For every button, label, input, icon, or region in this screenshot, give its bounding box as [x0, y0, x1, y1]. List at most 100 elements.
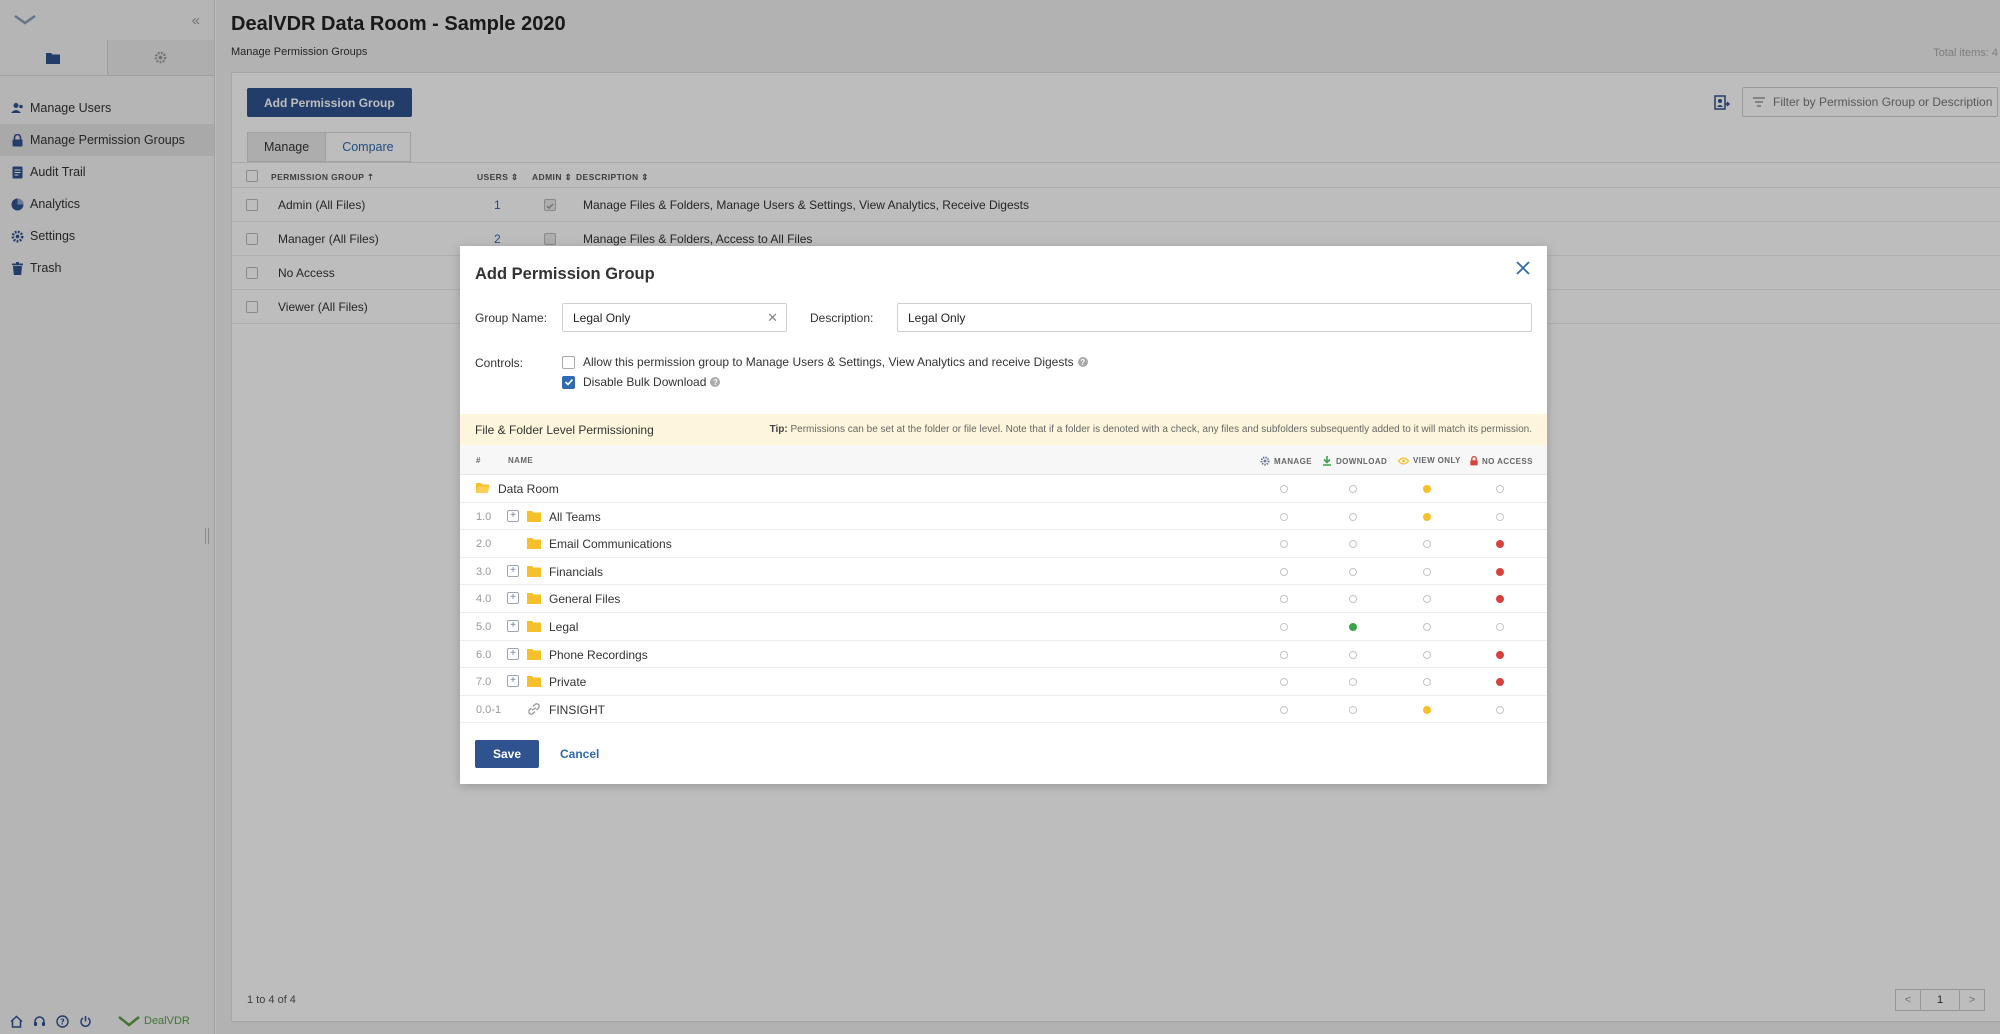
- download-radio[interactable]: [1349, 485, 1357, 493]
- manage-radio[interactable]: [1280, 623, 1288, 631]
- view-only-radio[interactable]: [1423, 623, 1431, 631]
- permission-row[interactable]: 0.0-1 FINSIGHT: [460, 696, 1547, 724]
- item-name[interactable]: General Files: [549, 592, 620, 606]
- manage-radio[interactable]: [1280, 540, 1288, 549]
- download-radio[interactable]: [1349, 678, 1357, 687]
- control-admin-access[interactable]: Allow this permission group to Manage Us…: [562, 355, 1088, 369]
- manage-radio[interactable]: [1280, 678, 1288, 687]
- help-icon[interactable]: ?: [1077, 357, 1088, 367]
- no-access-radio[interactable]: [1496, 540, 1504, 549]
- description-input[interactable]: Legal Only: [897, 303, 1532, 332]
- item-number: 2.0: [476, 538, 492, 551]
- no-access-radio[interactable]: [1496, 678, 1504, 687]
- item-name[interactable]: Email Communications: [549, 537, 672, 551]
- download-radio[interactable]: [1349, 540, 1357, 549]
- folder-open-icon: [476, 483, 490, 493]
- item-name[interactable]: Private: [549, 675, 586, 689]
- group-name-value: Legal Only: [573, 310, 631, 325]
- no-access-radio[interactable]: [1496, 623, 1504, 631]
- description-value: Legal Only: [908, 310, 966, 325]
- control-disable-bulk-download[interactable]: Disable Bulk Download ?: [562, 375, 721, 389]
- item-number: 4.0: [476, 593, 492, 606]
- view-only-radio[interactable]: [1423, 678, 1431, 687]
- expand-icon[interactable]: +: [507, 564, 519, 577]
- disable-bulk-download-checkbox[interactable]: [562, 375, 575, 389]
- gear-icon: [1260, 456, 1270, 466]
- permission-row[interactable]: 3.0 + Financials: [460, 558, 1547, 586]
- download-radio[interactable]: [1349, 567, 1357, 576]
- expand-icon[interactable]: +: [507, 620, 519, 632]
- eye-icon: [1398, 456, 1409, 465]
- modal-title: Add Permission Group: [475, 265, 655, 283]
- group-name-input[interactable]: Legal Only ✕: [562, 303, 787, 332]
- folder-icon: [527, 593, 541, 605]
- manage-radio[interactable]: [1280, 512, 1288, 521]
- column-name: NAME: [508, 456, 534, 465]
- column-download-label: DOWNLOAD: [1336, 456, 1388, 466]
- no-access-radio[interactable]: [1496, 595, 1504, 604]
- no-access-radio[interactable]: [1496, 705, 1504, 714]
- lock-icon: [1470, 456, 1478, 466]
- item-name[interactable]: Data Room: [498, 482, 559, 496]
- expand-icon[interactable]: +: [507, 509, 519, 522]
- folder-icon: [527, 565, 541, 577]
- controls-label: Controls:: [475, 356, 524, 370]
- download-radio[interactable]: [1349, 705, 1357, 714]
- view-only-radio[interactable]: [1423, 567, 1431, 576]
- tip-label: Tip:: [769, 424, 788, 435]
- permission-row[interactable]: 5.0 + Legal: [460, 613, 1547, 641]
- download-radio[interactable]: [1349, 650, 1357, 659]
- item-number: 5.0: [476, 621, 492, 633]
- item-name[interactable]: FINSIGHT: [549, 703, 605, 717]
- view-only-radio[interactable]: [1423, 595, 1431, 604]
- permission-row[interactable]: 2.0 Email Communications: [460, 530, 1547, 558]
- view-only-radio[interactable]: [1423, 705, 1431, 714]
- permission-row[interactable]: 1.0 + All Teams: [460, 503, 1547, 531]
- manage-radio[interactable]: [1280, 595, 1288, 604]
- link-icon: [528, 703, 540, 715]
- item-name[interactable]: Legal: [549, 620, 578, 634]
- column-download: DOWNLOAD: [1322, 456, 1387, 466]
- folder-icon: [527, 676, 541, 688]
- folder-icon: [527, 538, 541, 550]
- column-no-access: NO ACCESS: [1470, 456, 1533, 466]
- view-only-radio[interactable]: [1423, 512, 1431, 521]
- column-view-only-label: VIEW ONLY: [1413, 456, 1461, 465]
- download-radio[interactable]: [1349, 512, 1357, 521]
- expand-icon[interactable]: +: [507, 675, 519, 688]
- permission-row[interactable]: 6.0 + Phone Recordings: [460, 641, 1547, 669]
- folder-icon: [527, 510, 541, 522]
- help-icon[interactable]: ?: [710, 377, 721, 387]
- view-only-radio[interactable]: [1423, 485, 1431, 493]
- clear-input-icon[interactable]: ✕: [767, 310, 778, 326]
- column-no-access-label: NO ACCESS: [1482, 456, 1533, 466]
- view-only-radio[interactable]: [1423, 540, 1431, 549]
- manage-radio[interactable]: [1280, 705, 1288, 714]
- view-only-radio[interactable]: [1423, 650, 1431, 659]
- permission-row[interactable]: 7.0 + Private: [460, 668, 1547, 696]
- download-radio[interactable]: [1349, 595, 1357, 604]
- column-number: #: [476, 456, 481, 465]
- download-radio[interactable]: [1349, 623, 1357, 631]
- no-access-radio[interactable]: [1496, 512, 1504, 521]
- manage-radio[interactable]: [1280, 567, 1288, 576]
- banner-tip: Tip: Permissions can be set at the folde…: [770, 424, 1532, 435]
- manage-radio[interactable]: [1280, 650, 1288, 659]
- cancel-button[interactable]: Cancel: [560, 747, 599, 761]
- expand-icon[interactable]: +: [507, 647, 519, 660]
- item-name[interactable]: All Teams: [549, 510, 601, 524]
- permission-row[interactable]: Data Room: [460, 475, 1547, 503]
- permission-row[interactable]: 4.0 + General Files: [460, 585, 1547, 613]
- no-access-radio[interactable]: [1496, 650, 1504, 659]
- close-icon[interactable]: [1513, 258, 1533, 278]
- expand-icon[interactable]: +: [507, 592, 519, 605]
- add-permission-group-modal: Add Permission Group Group Name: Legal O…: [460, 246, 1547, 784]
- save-button[interactable]: Save: [475, 740, 540, 768]
- no-access-radio[interactable]: [1496, 567, 1504, 576]
- manage-radio[interactable]: [1280, 485, 1288, 493]
- no-access-radio[interactable]: [1496, 485, 1504, 493]
- item-name[interactable]: Financials: [549, 565, 603, 579]
- item-number: 1.0: [476, 510, 492, 523]
- item-name[interactable]: Phone Recordings: [549, 648, 648, 662]
- admin-access-checkbox[interactable]: [562, 355, 575, 369]
